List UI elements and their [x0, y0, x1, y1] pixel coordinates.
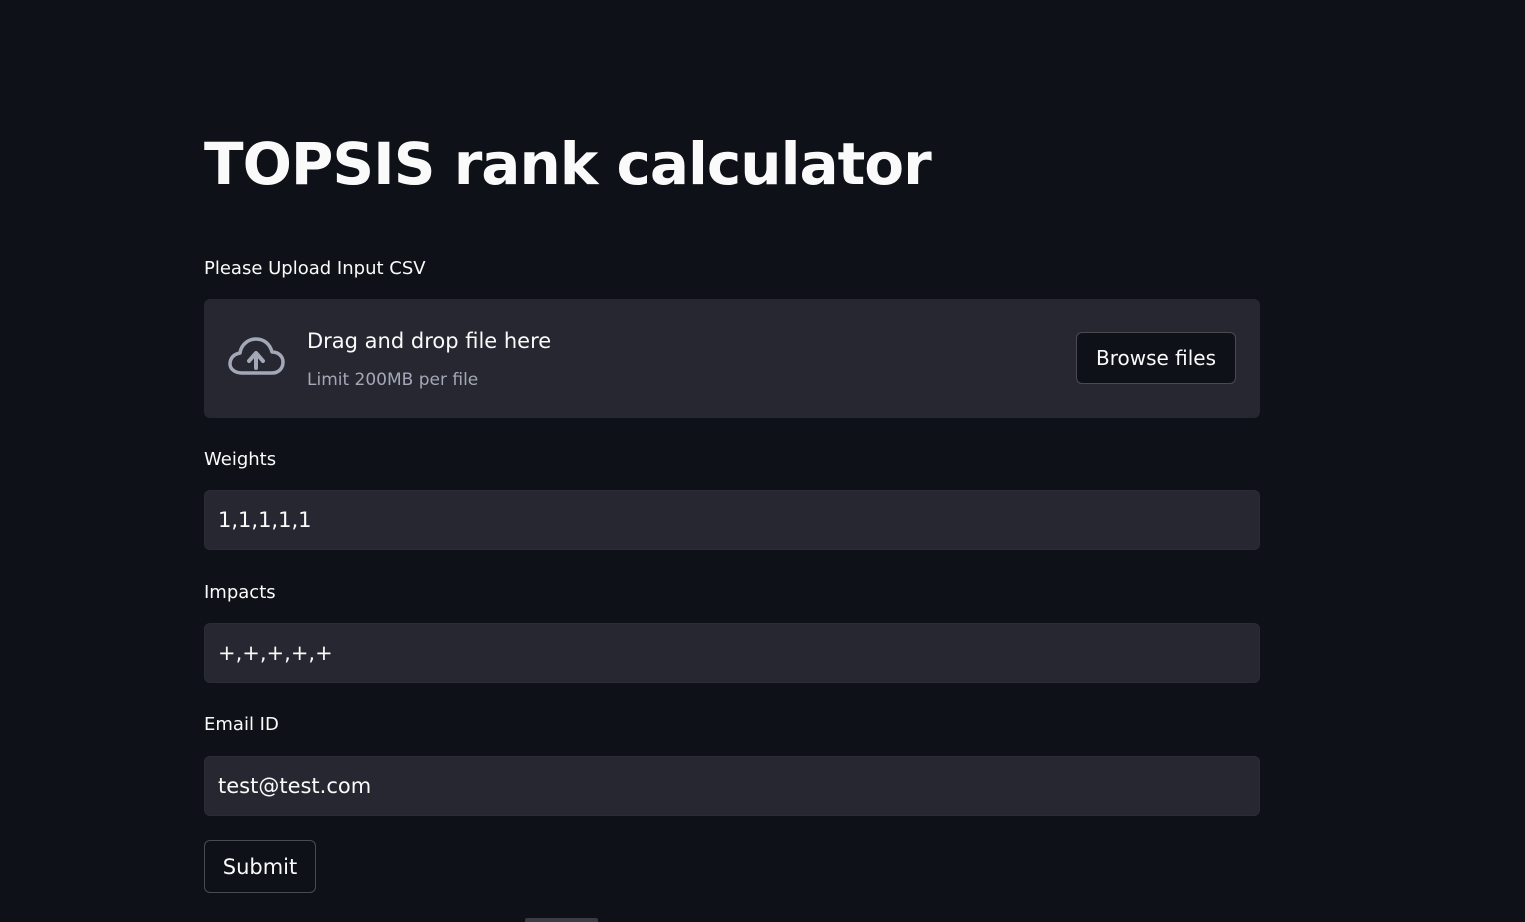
weights-input[interactable]: [204, 490, 1260, 550]
upload-label: Please Upload Input CSV: [204, 258, 426, 279]
dropzone-title: Drag and drop file here: [307, 329, 552, 353]
impacts-input[interactable]: [204, 623, 1260, 683]
impacts-label: Impacts: [204, 582, 276, 603]
app-page: TOPSIS rank calculator Please Upload Inp…: [0, 0, 1525, 922]
page-title: TOPSIS rank calculator: [204, 130, 932, 198]
email-input[interactable]: [204, 756, 1260, 816]
submit-button[interactable]: Submit: [204, 840, 316, 893]
dropzone-limit-text: Limit 200MB per file: [307, 370, 479, 390]
browse-files-button[interactable]: Browse files: [1076, 332, 1236, 384]
scroll-indicator: [525, 918, 598, 922]
email-label: Email ID: [204, 714, 279, 735]
weights-label: Weights: [204, 449, 277, 470]
cloud-upload-icon: [228, 337, 285, 375]
file-uploader-dropzone[interactable]: Drag and drop file here Limit 200MB per …: [204, 299, 1260, 418]
